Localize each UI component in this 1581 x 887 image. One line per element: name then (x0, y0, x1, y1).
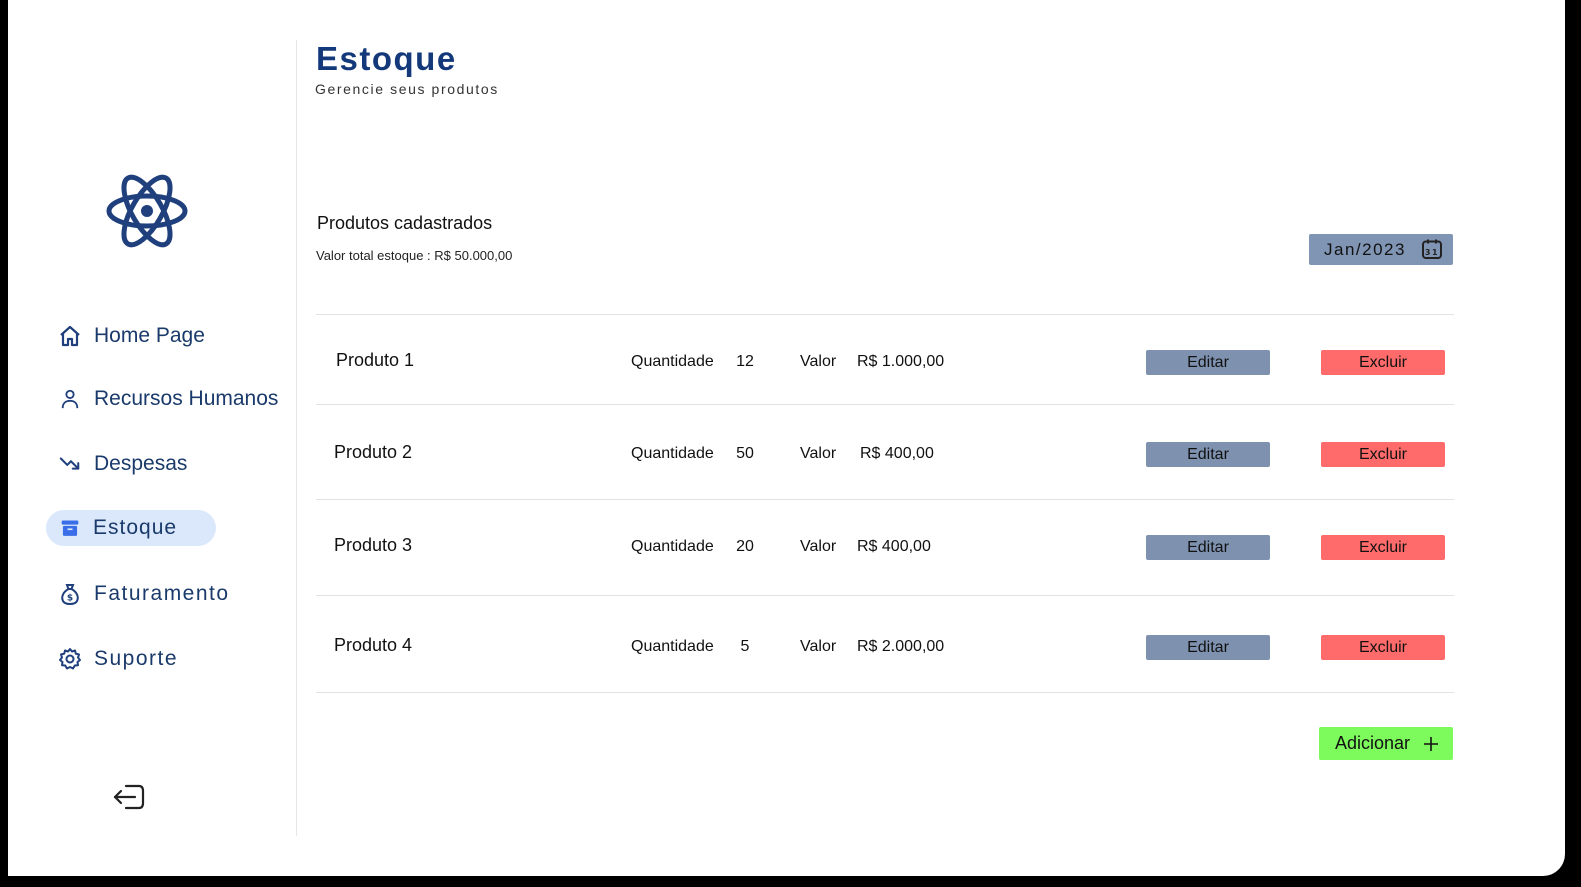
stock-total-value: Valor total estoque : R$ 50.000,00 (316, 248, 513, 263)
user-icon (58, 387, 82, 411)
sidebar-item-label: Recursos Humanos (94, 387, 279, 410)
value-amount: R$ 400,00 (857, 538, 931, 555)
edit-button[interactable]: Editar (1146, 635, 1270, 660)
sidebar-item-label: Home Page (94, 324, 205, 347)
quantity-label: Quantidade (631, 445, 714, 462)
add-product-button[interactable]: Adicionar (1319, 727, 1453, 760)
value-amount: R$ 1.000,00 (857, 353, 945, 370)
quantity-label: Quantidade (631, 638, 714, 655)
product-name: Produto 2 (334, 442, 413, 462)
edit-button[interactable]: Editar (1146, 535, 1270, 560)
date-filter-button[interactable]: Jan/2023 31 (1309, 234, 1453, 265)
table-row: Produto 2 Quantidade 50 Valor R$ 400,00 … (316, 436, 1454, 476)
plus-icon (1424, 737, 1438, 751)
product-name: Produto 3 (334, 535, 413, 555)
archive-icon (58, 516, 82, 540)
product-name: Produto 1 (336, 350, 415, 370)
calendar-icon: 31 (1422, 239, 1442, 259)
delete-button[interactable]: Excluir (1321, 350, 1445, 375)
delete-button[interactable]: Excluir (1321, 535, 1445, 560)
edit-button[interactable]: Editar (1146, 350, 1270, 375)
section-title: Produtos cadastrados (317, 213, 493, 233)
table-row: Produto 4 Quantidade 5 Valor R$ 2.000,00… (316, 629, 1454, 669)
value-amount: R$ 2.000,00 (857, 638, 945, 655)
logout-icon[interactable] (112, 782, 148, 812)
sidebar-item-label: Faturamento (94, 582, 230, 605)
sidebar-item-estoque[interactable]: Estoque (46, 510, 216, 546)
value-label: Valor (800, 538, 837, 555)
table-row: Produto 3 Quantidade 20 Valor R$ 400,00 … (316, 529, 1454, 569)
page-title: Estoque (316, 40, 457, 77)
table-row: Produto 1 Quantidade 12 Valor R$ 1.000,0… (316, 344, 1454, 384)
quantity-label: Quantidade (631, 538, 714, 555)
value-label: Valor (800, 638, 837, 655)
app-window: Home Page Recursos Humanos Despesas Esto… (8, 0, 1565, 876)
gear-icon (58, 647, 82, 671)
row-divider (316, 692, 1454, 693)
add-button-label: Adicionar (1335, 733, 1411, 753)
trending-down-icon (58, 452, 82, 476)
sidebar-item-label: Despesas (94, 452, 188, 475)
value-label: Valor (800, 445, 837, 462)
quantity-label: Quantidade (631, 353, 714, 370)
row-divider (316, 595, 1454, 596)
row-divider (316, 499, 1454, 500)
quantity-value: 50 (736, 445, 754, 462)
sidebar-divider (296, 40, 297, 836)
page-subtitle: Gerencie seus produtos (315, 81, 499, 97)
row-divider (316, 404, 1454, 405)
svg-text:31: 31 (1425, 248, 1439, 257)
sidebar-item-label: Estoque (93, 516, 178, 539)
value-amount: R$ 400,00 (860, 445, 934, 462)
react-logo-icon (106, 174, 188, 248)
delete-button[interactable]: Excluir (1321, 442, 1445, 467)
quantity-value: 5 (740, 638, 750, 655)
home-icon (58, 324, 82, 348)
delete-button[interactable]: Excluir (1321, 635, 1445, 660)
svg-text:$: $ (67, 594, 73, 604)
quantity-value: 20 (736, 538, 754, 555)
quantity-value: 12 (736, 353, 754, 370)
row-divider (316, 314, 1454, 315)
product-name: Produto 4 (334, 635, 413, 655)
date-filter-label: Jan/2023 (1324, 240, 1406, 259)
money-bag-icon: $ (58, 582, 82, 606)
value-label: Valor (800, 353, 837, 370)
edit-button[interactable]: Editar (1146, 442, 1270, 467)
sidebar-item-label: Suporte (94, 647, 179, 670)
